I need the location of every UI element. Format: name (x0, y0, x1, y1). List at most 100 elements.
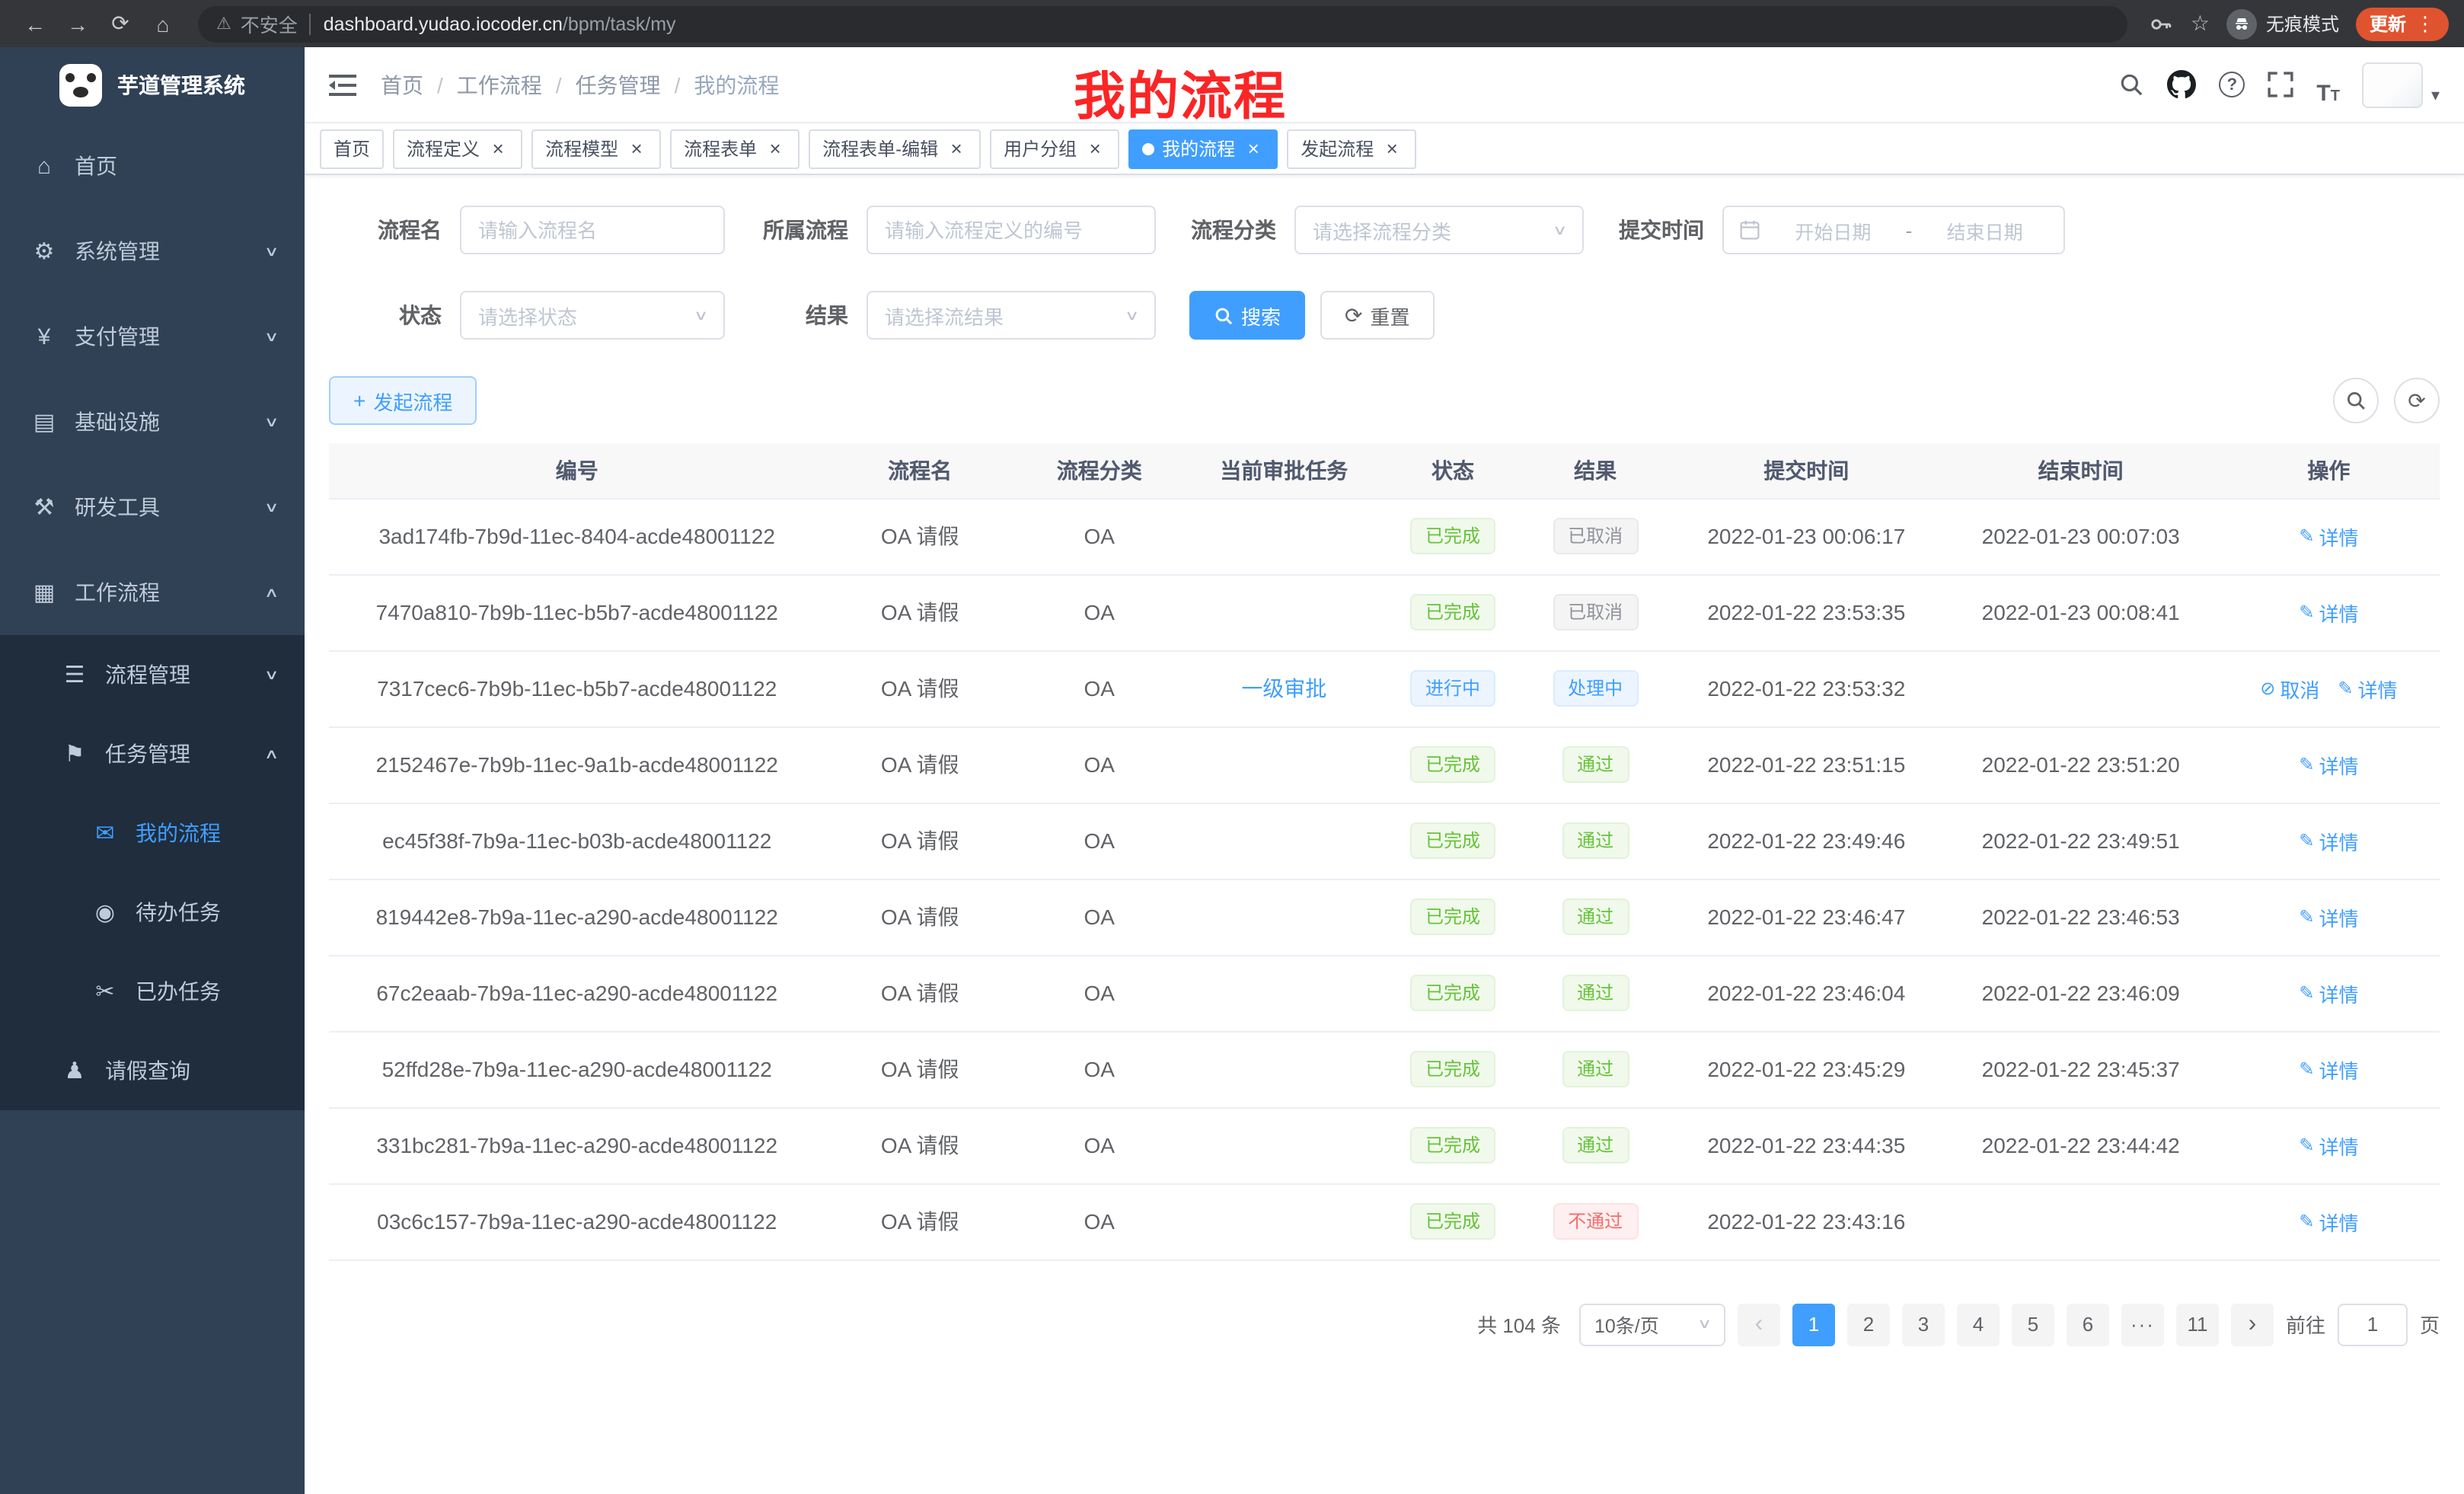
address-bar[interactable]: ⚠ 不安全 dashboard.yudao.iocoder.cn /bpm/ta… (198, 5, 2128, 42)
detail-action[interactable]: ✎ 详情 (2299, 978, 2358, 1007)
sidebar-item-task-management[interactable]: ⚑ 任务管理 ∧ (0, 714, 305, 793)
close-icon[interactable]: × (1084, 138, 1106, 159)
sidebar-item-infrastructure[interactable]: ▤ 基础设施 ∨ (0, 379, 305, 464)
sidebar-item-workflow[interactable]: ▦ 工作流程 ∧ (0, 550, 305, 635)
detail-action[interactable]: ✎ 详情 (2299, 902, 2358, 931)
owner-process-input[interactable] (867, 206, 1156, 254)
fullscreen-icon[interactable] (2268, 65, 2293, 104)
reload-icon[interactable]: ⟳ (101, 4, 140, 43)
next-page-button[interactable]: › (2231, 1303, 2274, 1346)
page-number-button[interactable]: 4 (1957, 1303, 2000, 1346)
detail-action[interactable]: ✎ 详情 (2299, 522, 2358, 551)
logo-image (59, 64, 102, 107)
page-number-button[interactable]: 5 (2012, 1303, 2054, 1346)
result-select[interactable]: 请选择流结果 ∨ (867, 291, 1156, 340)
table-toolbar: + 发起流程 ⟳ (329, 376, 2440, 425)
search-button[interactable]: 搜索 (1189, 291, 1305, 340)
home-icon[interactable]: ⌂ (143, 4, 183, 43)
refresh-button[interactable]: ⟳ (2394, 378, 2440, 423)
sidebar-item-process-management[interactable]: ☰ 流程管理 ∨ (0, 635, 305, 714)
tab[interactable]: 流程模型 × (531, 129, 661, 168)
tab[interactable]: 流程定义 × (393, 129, 522, 168)
update-button[interactable]: 更新 ⋮ (2356, 7, 2449, 40)
sidebar-item-todo-tasks[interactable]: ◉ 待办任务 (0, 873, 305, 952)
end-time: 2022-01-22 23:49:51 (1982, 828, 2180, 853)
close-icon[interactable]: × (1243, 138, 1264, 159)
breadcrumb-item[interactable]: 任务管理 / (576, 69, 694, 100)
reset-button[interactable]: ⟳ 重置 (1320, 291, 1435, 340)
avatar-image (2363, 62, 2424, 107)
back-icon[interactable]: ← (15, 4, 55, 43)
page-number-button[interactable]: ··· (2121, 1303, 2164, 1346)
tab[interactable]: 发起流程 × (1287, 129, 1416, 168)
close-icon[interactable]: × (946, 138, 967, 159)
tools-icon: ⚒ (30, 493, 58, 521)
sidebar-item-my-process[interactable]: ✉ 我的流程 (0, 793, 305, 873)
process-category: OA (1084, 1133, 1115, 1157)
page-number-button[interactable]: 3 (1902, 1303, 1945, 1346)
detail-action[interactable]: ✎ 详情 (2299, 1055, 2358, 1084)
sidebar-item-done-tasks[interactable]: ✂ 已办任务 (0, 952, 305, 1031)
menu-kebab-icon[interactable]: ⋮ (2415, 11, 2435, 36)
bookmark-star-icon[interactable]: ☆ (2191, 11, 2210, 37)
detail-action[interactable]: ✎ 详情 (2338, 674, 2397, 703)
page-number-button[interactable]: 1 (1792, 1303, 1835, 1346)
prev-page-button[interactable]: ‹ (1738, 1303, 1780, 1346)
detail-action[interactable]: ✎ 详情 (2299, 1131, 2358, 1160)
key-icon[interactable] (2150, 4, 2174, 43)
breadcrumb-separator: / (675, 72, 681, 97)
tab[interactable]: 我的流程 × (1128, 129, 1278, 168)
cancel-action[interactable]: ⊘ 取消 (2260, 674, 2319, 703)
font-size-icon[interactable]: TT (2316, 65, 2340, 104)
forward-icon[interactable]: → (58, 4, 97, 43)
search-icon[interactable] (2118, 65, 2144, 104)
detail-action[interactable]: ✎ 详情 (2299, 598, 2358, 627)
process-name: OA 请假 (881, 524, 959, 548)
process-category: OA (1084, 1209, 1115, 1234)
sidebar-togg le-icon[interactable] (329, 72, 356, 97)
breadcrumb-item[interactable]: 工作流程 / (457, 69, 576, 100)
tab[interactable]: 用户分组 × (990, 129, 1119, 168)
page-number-button[interactable]: 2 (1847, 1303, 1890, 1346)
close-icon[interactable]: × (1381, 138, 1403, 159)
toggle-search-button[interactable] (2333, 378, 2379, 423)
help-icon[interactable]: ? (2219, 65, 2245, 104)
tab[interactable]: 首页 (320, 129, 384, 168)
category-select[interactable]: 请选择流程分类 ∨ (1294, 206, 1584, 254)
page-number-button[interactable]: 11 (2176, 1303, 2219, 1346)
gear-icon: ⚙ (30, 238, 58, 265)
sidebar-item-home[interactable]: ⌂ 首页 (0, 123, 305, 209)
sidebar-item-devtools[interactable]: ⚒ 研发工具 ∨ (0, 464, 305, 550)
detail-action[interactable]: ✎ 详情 (2299, 750, 2358, 779)
user-avatar[interactable]: ▾ (2363, 62, 2440, 107)
close-icon[interactable]: × (626, 138, 647, 159)
goto-label: 前往 (2286, 1310, 2325, 1339)
goto-page-input[interactable] (2338, 1303, 2408, 1346)
create-process-button[interactable]: + 发起流程 (329, 376, 477, 425)
page-size-select[interactable]: 10条/页 ∨ (1579, 1303, 1725, 1346)
search-icon (2345, 390, 2367, 411)
sidebar-item-system[interactable]: ⚙ 系统管理 ∨ (0, 209, 305, 294)
breadcrumb-item[interactable]: 我的流程 / (694, 69, 779, 100)
incognito-badge: 无痕模式 (2226, 8, 2339, 39)
process-name-input[interactable] (460, 206, 725, 254)
submit-time-range-picker[interactable]: 开始日期 - 结束日期 (1722, 206, 2065, 254)
page-number-button[interactable]: 6 (2067, 1303, 2109, 1346)
calendar-icon (1739, 219, 1760, 241)
detail-action[interactable]: ✎ 详情 (2299, 1207, 2358, 1236)
close-icon[interactable]: × (487, 138, 509, 159)
close-icon[interactable]: × (764, 138, 786, 159)
github-icon[interactable] (2167, 65, 2196, 104)
status-badge: 已完成 (1410, 822, 1495, 859)
current-task-link[interactable]: 一级审批 (1241, 676, 1326, 701)
detail-action[interactable]: ✎ 详情 (2299, 826, 2358, 855)
sidebar-item-payment[interactable]: ¥ 支付管理 ∨ (0, 294, 305, 379)
process-category: OA (1084, 600, 1115, 624)
tab[interactable]: 流程表单-编辑 × (809, 129, 981, 168)
status-select[interactable]: 请选择状态 ∨ (460, 291, 725, 340)
breadcrumb-item[interactable]: 首页 / (381, 69, 457, 100)
sidebar-item-leave-query[interactable]: ♟ 请假查询 (0, 1031, 305, 1110)
process-id: 3ad174fb-7b9d-11ec-8404-acde48001122 (378, 524, 775, 548)
table-header-row: 编号 流程名 流程分类 当前审批任务 状态 结果 提交时间 结束时间 操作 (329, 443, 2440, 498)
tab[interactable]: 流程表单 × (670, 129, 800, 168)
